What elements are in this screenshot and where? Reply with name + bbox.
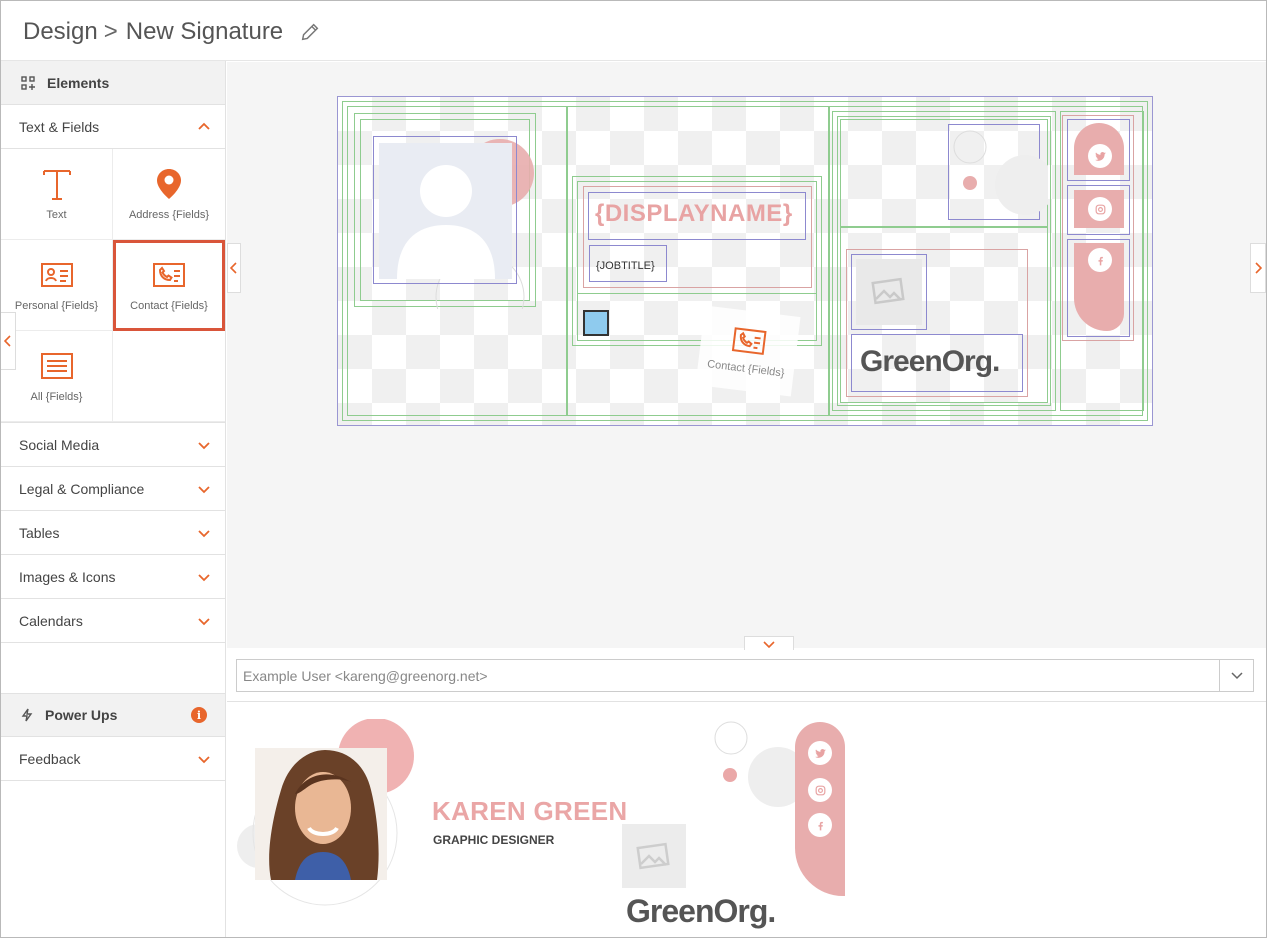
tile-label: Personal {Fields} (14, 300, 99, 312)
section-label: Legal & Compliance (19, 480, 145, 497)
section-text-fields[interactable]: Text & Fields (1, 105, 225, 149)
twitter-button[interactable] (1088, 144, 1112, 168)
preview-role: GRAPHIC DESIGNER (433, 833, 555, 847)
chevron-down-icon (198, 529, 210, 537)
drop-indicator (583, 310, 609, 336)
text-fields-grid: Text Address {Fields} Personal {Fields} … (1, 149, 225, 423)
section-tables[interactable]: Tables (1, 511, 225, 555)
section-label: Social Media (19, 436, 100, 453)
column-divider (828, 107, 830, 415)
facebook-icon (817, 821, 823, 830)
lightning-icon (21, 708, 33, 722)
breadcrumb-root[interactable]: Design (23, 18, 98, 46)
chevron-down-icon (198, 617, 210, 625)
instagram-button[interactable] (1088, 197, 1112, 221)
section-label: Power Ups (45, 707, 118, 723)
tile-contact-fields[interactable]: Contact {Fields} (113, 240, 225, 331)
preview-user-bar: Example User <kareng@greenorg.net> (227, 650, 1266, 702)
chevron-left-icon (4, 335, 11, 347)
avatar (255, 748, 387, 880)
chevron-up-icon (198, 122, 210, 130)
section-label: Feedback (19, 750, 81, 767)
chevron-left-icon (230, 262, 237, 274)
greenorg-logo: GreenOrg. (860, 345, 1000, 378)
list-icon (40, 353, 73, 379)
image-placeholder-icon (856, 259, 922, 325)
twitter-icon (814, 748, 826, 758)
chevron-down-icon (198, 755, 210, 763)
tile-text[interactable]: Text (1, 149, 113, 240)
preview-user-select[interactable]: Example User <kareng@greenorg.net> (236, 659, 1254, 692)
select-value: Example User <kareng@greenorg.net> (243, 667, 488, 684)
instagram-icon (1095, 204, 1105, 214)
contact-card-icon (731, 327, 767, 355)
tile-empty (113, 331, 225, 422)
chevron-down-icon (763, 640, 775, 648)
elements-icon (21, 75, 35, 90)
section-legal-compliance[interactable]: Legal & Compliance (1, 467, 225, 511)
twitter-icon (1094, 151, 1106, 161)
photo-frame (373, 136, 517, 284)
signature-design-area[interactable]: {DISPLAYNAME} {JOBTITLE} Contact {Fields… (337, 96, 1153, 426)
facebook-button[interactable] (1088, 248, 1112, 272)
tile-label: Address {Fields} (128, 209, 210, 221)
tile-label: Text (46, 209, 67, 221)
sidebar: Elements Text & Fields Text Address {Fie… (1, 61, 226, 937)
section-images-icons[interactable]: Images & Icons (1, 555, 225, 599)
select-caret[interactable] (1219, 660, 1253, 691)
section-label: Tables (19, 524, 60, 541)
section-label: Calendars (19, 612, 83, 629)
canvas-left-handle[interactable] (227, 243, 241, 293)
preview-twitter-button[interactable] (808, 741, 832, 765)
tile-address-fields[interactable]: Address {Fields} (113, 149, 225, 240)
tile-personal-fields[interactable]: Personal {Fields} (1, 240, 113, 331)
breadcrumb-separator: > (103, 18, 118, 45)
id-card-icon (40, 263, 73, 287)
text-icon (42, 170, 71, 200)
chevron-right-icon (1255, 262, 1262, 274)
jobtitle-placeholder: {JOBTITLE} (596, 260, 655, 272)
image-placeholder-icon (622, 824, 686, 888)
section-power-ups[interactable]: Power Ups i (1, 693, 225, 737)
contact-card-icon (153, 263, 185, 287)
chevron-down-icon (198, 485, 210, 493)
tile-label: All {Fields} (30, 391, 83, 403)
section-feedback[interactable]: Feedback (1, 737, 225, 781)
section-calendars[interactable]: Calendars (1, 599, 225, 643)
map-pin-icon (157, 169, 181, 199)
elements-label: Elements (47, 74, 110, 91)
decor-circles (953, 130, 1048, 215)
preview-logo: GreenOrg. (626, 893, 776, 929)
drag-label: Contact {Fields} (706, 358, 786, 380)
page-title: New Signature (125, 18, 284, 45)
preview-instagram-button[interactable] (808, 778, 832, 802)
elements-header: Elements (1, 61, 225, 105)
pencil-icon[interactable] (299, 21, 321, 43)
dragging-contact-fields: Contact {Fields} (695, 305, 801, 397)
tile-label: Contact {Fields} (130, 300, 208, 312)
section-label: Images & Icons (19, 568, 116, 585)
tile-all-fields[interactable]: All {Fields} (1, 331, 113, 422)
chevron-down-icon (198, 441, 210, 449)
breadcrumb: Design > New Signature (23, 18, 321, 46)
preview-toggle-handle[interactable] (744, 636, 794, 650)
section-label: Text & Fields (19, 118, 100, 135)
preview-name: KAREN GREEN (432, 796, 628, 826)
instagram-icon (815, 785, 825, 795)
displayname-placeholder: {DISPLAYNAME} (595, 200, 793, 227)
chevron-down-icon (198, 573, 210, 581)
facebook-icon (1097, 256, 1103, 265)
sidebar-collapse-handle[interactable] (1, 312, 16, 370)
section-social-media[interactable]: Social Media (1, 423, 225, 467)
signature-preview: KAREN GREEN GRAPHIC DESIGNER GreenOrg. (227, 703, 1266, 937)
canvas-right-handle[interactable] (1250, 243, 1266, 293)
preview-facebook-button[interactable] (808, 813, 832, 837)
header: Design > New Signature (1, 1, 1266, 61)
info-icon[interactable]: i (191, 707, 207, 723)
chevron-down-icon (1230, 671, 1243, 679)
column-divider (566, 107, 568, 415)
